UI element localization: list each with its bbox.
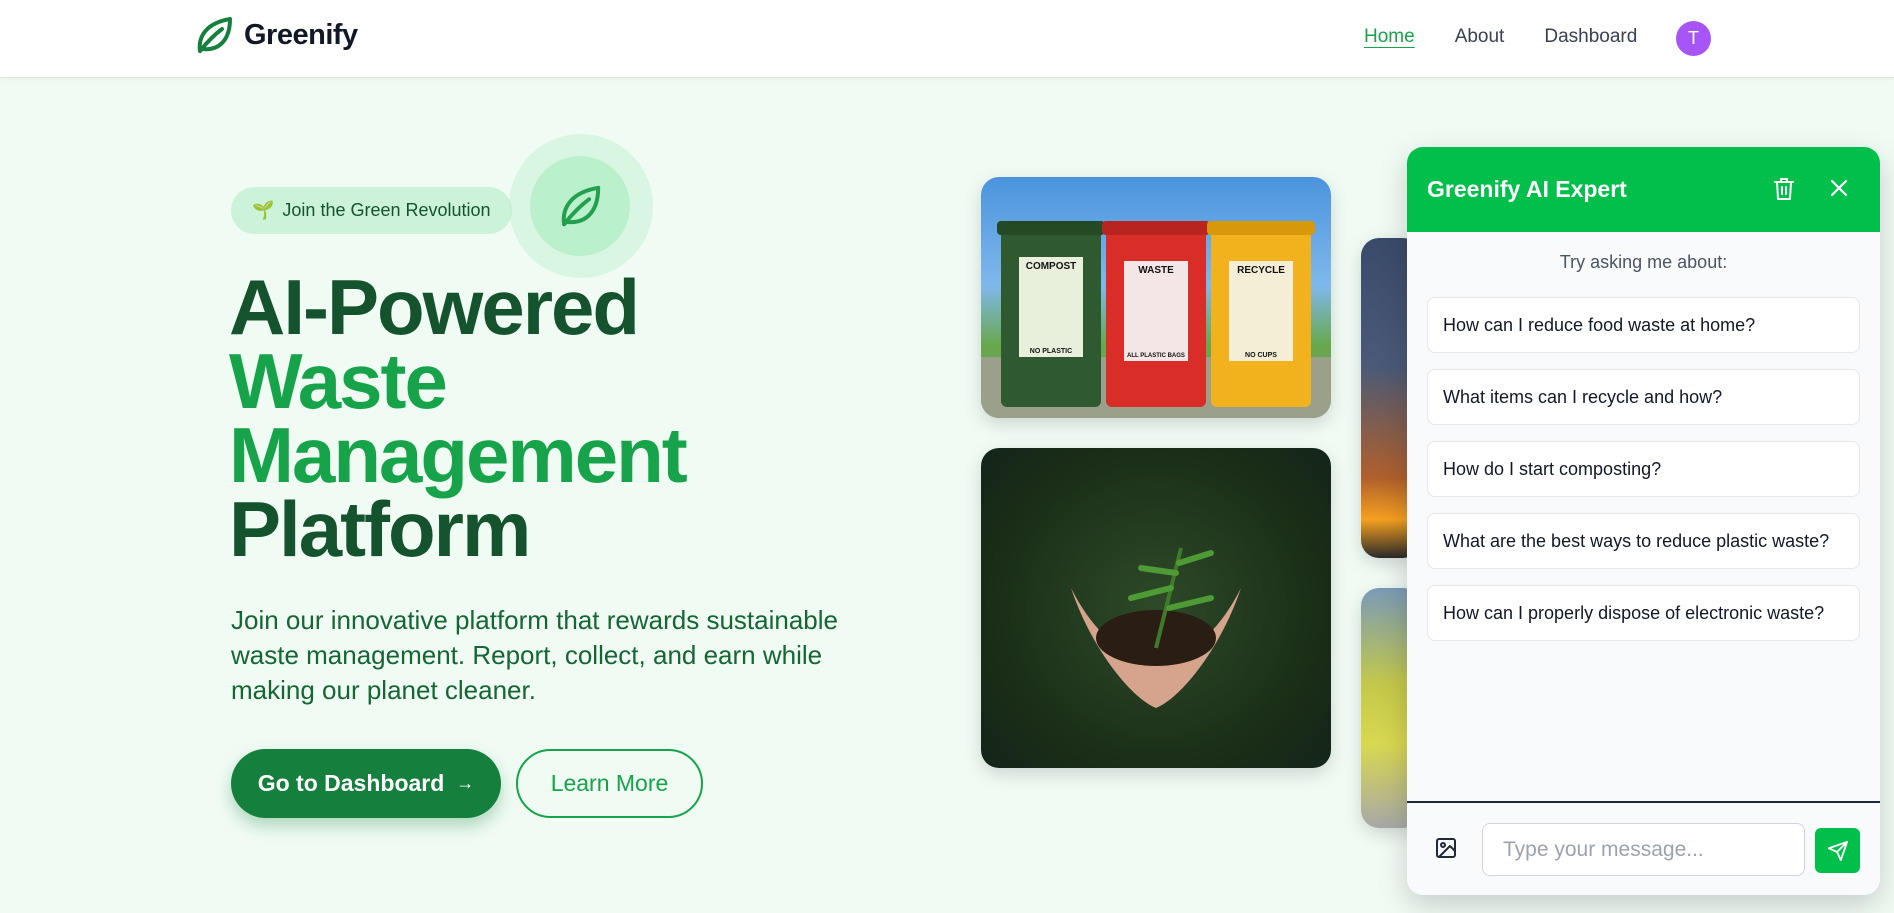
hero-title-line-3: Management (229, 411, 688, 499)
hero-title-line-1: AI-Powered (229, 263, 640, 351)
bin-sublabel-compost: NO PLASTIC (1030, 348, 1072, 355)
user-avatar[interactable]: T (1676, 21, 1711, 56)
nav-links: Home About Dashboard (1364, 26, 1637, 48)
recycling-bins-illustration: COMPOST NO PLASTIC WASTE ALL PLASTIC BAG… (981, 221, 1331, 418)
suggestion-item[interactable]: What items can I recycle and how? (1427, 369, 1860, 425)
hero-leaf-badge (530, 156, 630, 256)
suggestion-item[interactable]: How do I start composting? (1427, 441, 1860, 497)
arrow-right-icon: → (456, 773, 475, 793)
hero-badge-label: Join the Green Revolution (282, 200, 491, 220)
hero-description: Join our innovative platform that reward… (231, 605, 838, 705)
bin-sublabel-recycle: NO CUPS (1245, 352, 1277, 359)
hands-plant-illustration (1071, 547, 1241, 708)
go-to-dashboard-label: Go to Dashboard (257, 770, 445, 796)
chat-title: Greenify AI Expert (1427, 176, 1627, 202)
hands-with-plant-image (981, 448, 1331, 768)
hero-title-line-4: Platform (229, 485, 531, 573)
send-button[interactable] (1815, 828, 1860, 873)
suggestion-item[interactable]: What are the best ways to reduce plastic… (1427, 513, 1860, 569)
top-navbar: Greenify Home About Dashboard T (0, 0, 1894, 78)
suggestion-item[interactable]: How can I reduce food waste at home? (1427, 297, 1860, 353)
bin-label-compost: COMPOST (1026, 261, 1077, 272)
bin-label-waste: WASTE (1138, 265, 1174, 276)
nav-link-home[interactable]: Home (1364, 26, 1415, 48)
chat-header: Greenify AI Expert (1407, 147, 1880, 232)
hero-title-line-2: Waste (229, 337, 448, 425)
send-icon (1827, 840, 1848, 861)
image-upload-icon[interactable] (1434, 836, 1458, 865)
leaf-logo-icon (197, 17, 232, 53)
nav-link-dashboard[interactable]: Dashboard (1544, 26, 1637, 48)
chat-message-input[interactable] (1482, 823, 1805, 876)
seedling-icon: 🌱 (252, 200, 275, 220)
leaf-icon (561, 185, 601, 227)
bin-label-recycle: RECYCLE (1237, 265, 1285, 276)
trash-icon[interactable] (1772, 176, 1796, 207)
suggestion-item[interactable]: How can I properly dispose of electronic… (1427, 585, 1860, 641)
nav-link-about[interactable]: About (1455, 26, 1505, 48)
go-to-dashboard-button[interactable]: Go to Dashboard → (231, 749, 501, 818)
chat-hint: Try asking me about: (1559, 252, 1728, 272)
hero-badge: 🌱 Join the Green Revolution (231, 187, 512, 234)
brand-name: Greenify (244, 18, 358, 51)
close-icon[interactable] (1827, 176, 1851, 205)
recycling-bins-image: COMPOST NO PLASTIC WASTE ALL PLASTIC BAG… (981, 177, 1331, 418)
bin-sublabel-waste: ALL PLASTIC BAGS (1127, 353, 1185, 359)
learn-more-button[interactable]: Learn More (516, 749, 703, 818)
brand-logo[interactable]: Greenify (192, 13, 358, 57)
hero-title: AI-Powered Waste Management Platform (229, 263, 688, 573)
ai-chat-panel: Greenify AI Expert Try asking me about: … (1407, 147, 1880, 895)
chat-footer (1407, 801, 1880, 895)
